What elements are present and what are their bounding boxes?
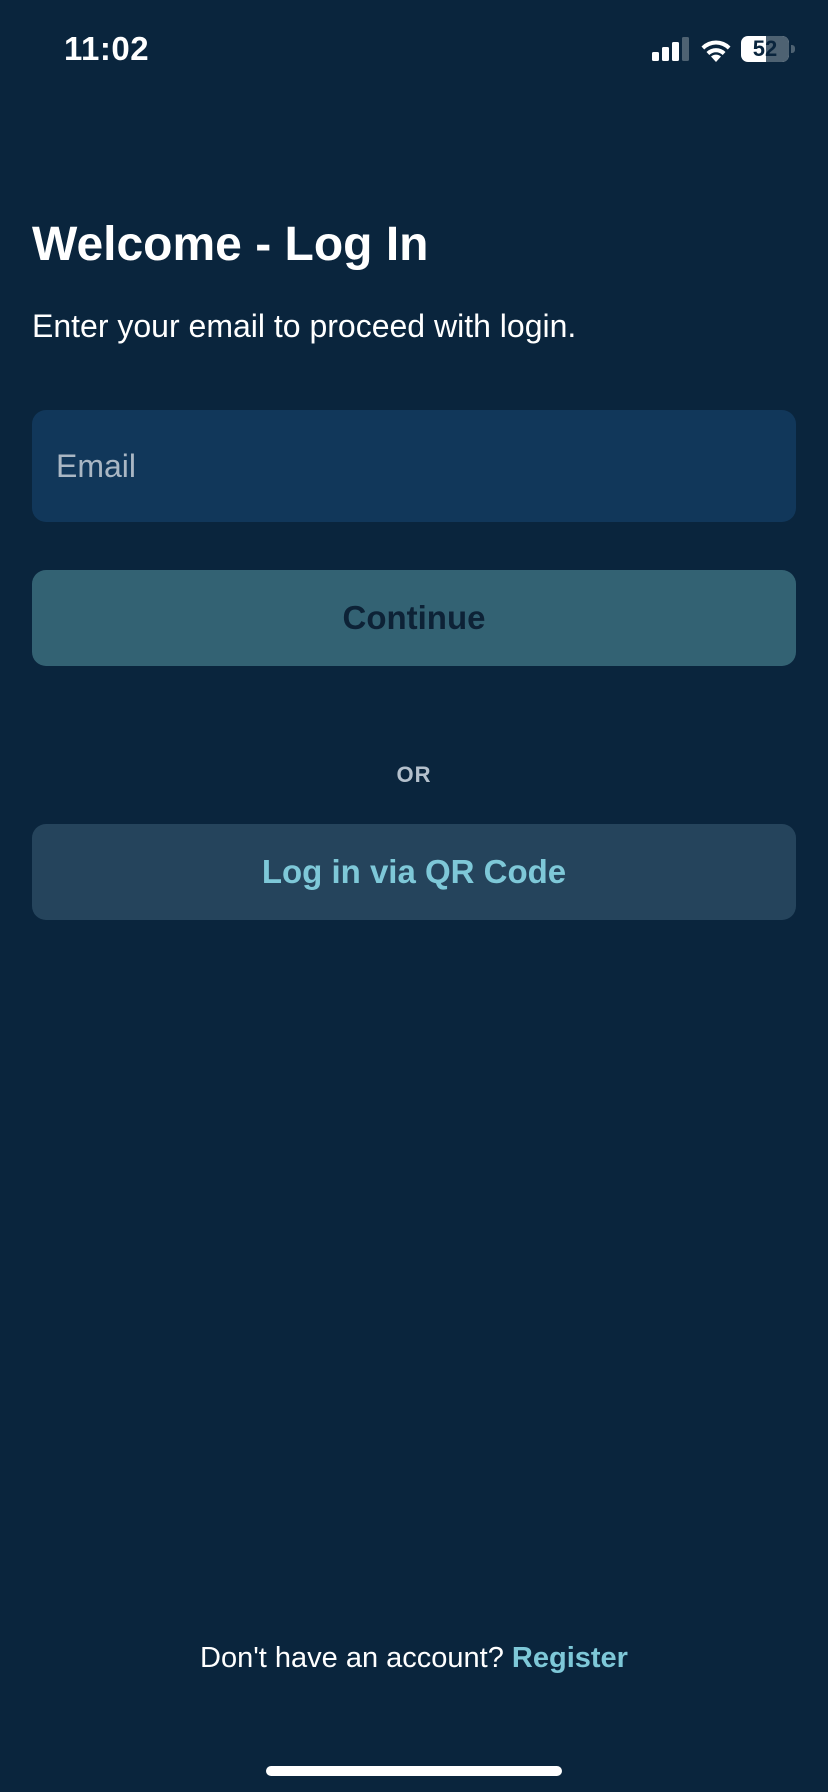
home-indicator[interactable] — [266, 1766, 562, 1776]
signal-icon — [652, 37, 689, 61]
battery-icon: 52 — [741, 36, 795, 62]
page-title: Welcome - Log In — [32, 218, 429, 271]
status-time: 11:02 — [64, 30, 150, 67]
qr-login-button[interactable]: Log in via QR Code — [32, 824, 796, 920]
wifi-icon — [701, 40, 731, 62]
battery-level: 52 — [752, 36, 778, 61]
status-bar: 11:02 52 — [0, 0, 828, 100]
register-prompt-text: Don't have an account? — [200, 1642, 504, 1674]
register-link[interactable]: Register — [512, 1642, 628, 1674]
page-subtitle: Enter your email to proceed with login. — [32, 308, 577, 344]
or-divider: OR — [396, 762, 432, 787]
register-prompt: Don't have an account? Register — [0, 1638, 828, 1678]
email-field[interactable] — [32, 410, 796, 522]
continue-button[interactable]: Continue — [32, 570, 796, 666]
